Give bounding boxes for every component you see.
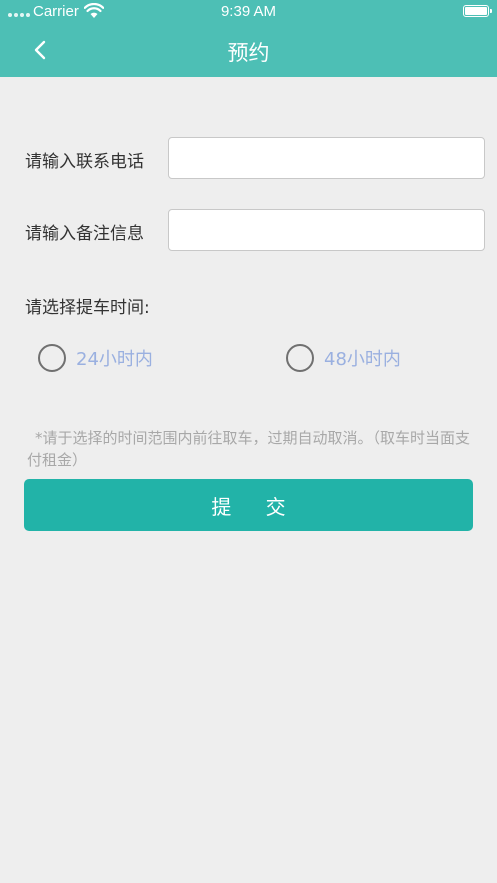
radio-option-48h[interactable]: 48小时内 <box>286 342 401 374</box>
remark-input[interactable] <box>168 209 485 251</box>
status-bar: Carrier 9:39 AM <box>0 0 497 24</box>
radio-label-24h: 24小时内 <box>76 349 153 370</box>
submit-button[interactable]: 提 交 <box>24 479 473 531</box>
page-title: 预约 <box>227 41 270 65</box>
pickup-notice: *请于选择的时间范围内前往取车，过期自动取消。（取车时当面支付租金） <box>27 429 471 469</box>
remark-label: 请输入备注信息 <box>25 224 144 244</box>
radio-label-48h: 48小时内 <box>324 349 401 370</box>
radio-button-icon[interactable] <box>286 344 314 372</box>
navigation-header: Carrier 9:39 AM 预约 <box>0 0 497 77</box>
battery-icon <box>463 5 492 17</box>
phone-label: 请输入联系电话 <box>25 152 144 172</box>
phone-input[interactable] <box>168 137 485 179</box>
clock: 9:39 AM <box>220 3 277 20</box>
pickup-time-label: 请选择提车时间: <box>25 298 150 318</box>
radio-option-24h[interactable]: 24小时内 <box>38 342 153 374</box>
radio-button-icon[interactable] <box>38 344 66 372</box>
